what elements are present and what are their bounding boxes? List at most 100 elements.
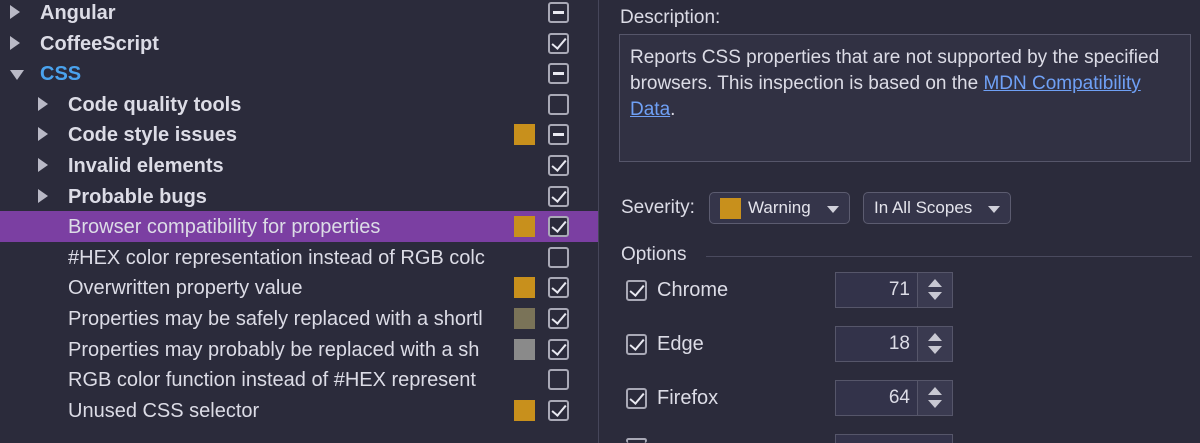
tree-row-label: Browser compatibility for properties (68, 216, 381, 239)
spinner-buttons[interactable] (917, 273, 952, 307)
enable-checkbox[interactable] (548, 63, 569, 85)
tree-row[interactable]: Properties may be safely replaced with a… (0, 303, 598, 334)
enable-checkbox[interactable] (548, 216, 569, 238)
severity-swatch (514, 277, 535, 299)
tree-row-label: Probable bugs (68, 185, 207, 208)
scope-dropdown[interactable]: In All Scopes (863, 192, 1011, 224)
check-icon (629, 335, 645, 351)
collapsed-arrow-icon[interactable] (10, 5, 20, 19)
severity-swatch (720, 198, 741, 219)
collapsed-arrow-icon[interactable] (38, 96, 48, 111)
check-icon (551, 339, 567, 356)
browser-checkbox[interactable] (626, 334, 647, 355)
enable-checkbox[interactable] (548, 277, 569, 299)
enable-checkbox[interactable] (548, 338, 569, 360)
collapsed-arrow-icon[interactable] (38, 188, 48, 203)
enable-checkbox[interactable] (548, 93, 569, 115)
severity-swatch (514, 124, 535, 146)
severity-dropdown[interactable]: Warning (709, 192, 850, 224)
tree-row-label: Overwritten property value (68, 277, 303, 300)
decrement-icon[interactable] (928, 400, 942, 408)
check-icon (551, 217, 567, 234)
dash-icon (553, 11, 564, 14)
description-text-end: . (670, 99, 676, 120)
decrement-icon[interactable] (928, 292, 942, 300)
options-title: Options (621, 244, 687, 265)
dash-icon (553, 72, 564, 76)
tree-row-label: Properties may be safely replaced with a… (68, 308, 483, 330)
chevron-down-icon (827, 206, 839, 213)
check-icon (629, 389, 645, 405)
tree-row[interactable]: Invalid elements (0, 150, 598, 181)
enable-checkbox[interactable] (548, 155, 569, 176)
tree-row[interactable]: RGB color function instead of #HEX repre… (0, 364, 598, 395)
version-spinner[interactable]: 64 (835, 380, 953, 416)
severity-swatch (514, 216, 535, 238)
tree-row-label: RGB color function instead of #HEX repre… (68, 369, 476, 392)
tree-row-label: Angular (40, 2, 116, 24)
increment-icon[interactable] (928, 333, 942, 341)
check-icon (551, 156, 567, 172)
version-value[interactable]: 64 (889, 387, 910, 409)
collapsed-arrow-icon[interactable] (38, 158, 48, 172)
tree-row[interactable]: Overwritten property value (0, 272, 598, 303)
version-spinner[interactable]: 18 (835, 326, 953, 362)
decrement-icon[interactable] (928, 346, 942, 354)
enable-checkbox[interactable] (548, 2, 569, 23)
enable-checkbox[interactable] (548, 246, 569, 268)
enable-checkbox[interactable] (548, 308, 569, 329)
browser-checkbox[interactable] (626, 438, 647, 443)
tree-row[interactable]: Code quality tools (0, 89, 598, 120)
tree-row-label: CSS (40, 63, 82, 86)
severity-swatch (514, 399, 535, 421)
version-spinner[interactable]: 71 (835, 272, 953, 308)
enable-checkbox[interactable] (548, 399, 569, 421)
version-spinner[interactable] (835, 434, 953, 443)
version-value[interactable]: 71 (889, 279, 910, 301)
check-icon (551, 309, 567, 325)
tree-row[interactable]: Angular (0, 0, 598, 28)
browser-label: Edge (657, 333, 704, 355)
spinner-buttons[interactable] (917, 327, 952, 361)
version-value[interactable]: 18 (889, 333, 910, 355)
browser-checkbox[interactable] (626, 388, 647, 409)
check-icon (551, 400, 567, 417)
tree-row[interactable]: #HEX color representation instead of RGB… (0, 242, 598, 273)
tree-row-label: #HEX color representation instead of RGB… (68, 246, 485, 269)
check-icon (551, 278, 567, 295)
tree-row[interactable]: CSS (0, 58, 598, 89)
options-separator (706, 256, 1192, 257)
description-box: Reports CSS properties that are not supp… (619, 34, 1191, 162)
browser-label: Firefox (657, 387, 719, 409)
scope-value: In All Scopes (874, 198, 973, 217)
tree-row[interactable]: Browser compatibility for properties (0, 211, 598, 243)
browser-checkbox[interactable] (626, 280, 647, 301)
tree-row-label: Code quality tools (68, 93, 242, 116)
pane-divider[interactable] (598, 0, 599, 443)
check-icon (551, 186, 567, 203)
description-title: Description: (620, 7, 721, 28)
tree-row-label: Invalid elements (68, 155, 224, 177)
tree-row[interactable]: CoffeeScript (0, 28, 598, 59)
increment-icon[interactable] (928, 387, 942, 395)
tree-row[interactable]: Unused CSS selector (0, 395, 598, 426)
severity-label: Severity: (621, 197, 695, 218)
inspection-tree: Angular CoffeeScript CSS Code quality tools… (0, 0, 598, 443)
enable-checkbox[interactable] (548, 32, 569, 54)
collapsed-arrow-icon[interactable] (38, 127, 48, 142)
expanded-arrow-icon[interactable] (10, 70, 24, 81)
tree-row[interactable]: Code style issues (0, 119, 598, 150)
tree-row-label: Properties may probably be replaced with… (68, 338, 480, 361)
increment-icon[interactable] (928, 279, 942, 287)
enable-checkbox[interactable] (548, 369, 569, 391)
severity-swatch (514, 338, 535, 360)
severity-swatch (514, 308, 535, 329)
check-icon (551, 33, 567, 50)
collapsed-arrow-icon[interactable] (10, 35, 20, 50)
check-icon (629, 281, 645, 297)
spinner-buttons[interactable] (917, 381, 952, 415)
enable-checkbox[interactable] (548, 185, 569, 207)
enable-checkbox[interactable] (548, 124, 569, 146)
tree-row[interactable]: Probable bugs (0, 181, 598, 212)
tree-row[interactable]: Properties may probably be replaced with… (0, 334, 598, 365)
